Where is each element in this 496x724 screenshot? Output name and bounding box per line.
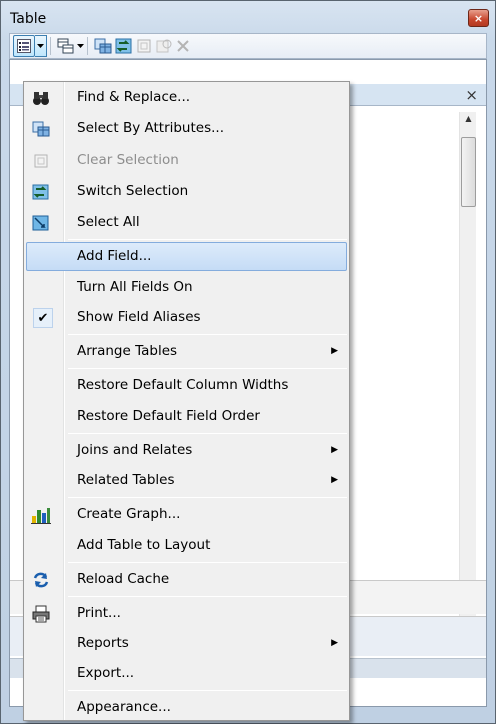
menu-item-print[interactable]: Print...: [26, 599, 347, 628]
menu-item-restore-column-widths[interactable]: Restore Default Column Widths: [26, 371, 347, 400]
printer-icon: [30, 603, 52, 625]
menu-separator: [68, 596, 347, 597]
menu-separator: [68, 239, 347, 240]
menu-item-label: Restore Default Field Order: [77, 408, 260, 424]
zoom-to-selected-icon: [156, 39, 172, 53]
menu-item-find-replace[interactable]: Find & Replace...: [26, 83, 347, 112]
menu-item-label: Add Table to Layout: [77, 537, 211, 553]
menu-item-select-all[interactable]: Select All: [26, 208, 347, 237]
menu-item-label: Restore Default Column Widths: [77, 377, 289, 393]
clear-selection-button[interactable]: [136, 35, 152, 57]
menu-item-label: Arrange Tables: [77, 343, 178, 359]
clear-selection-icon: [137, 39, 151, 53]
menu-item-switch-selection[interactable]: Switch Selection: [26, 177, 347, 206]
vertical-scrollbar[interactable]: ▲ ▼: [459, 112, 476, 642]
table-options-icon: [17, 39, 31, 53]
menu-item-add-field[interactable]: Add Field...: [26, 242, 347, 271]
select-by-attributes-icon: [94, 38, 112, 54]
zoom-to-selected-button[interactable]: [155, 35, 173, 57]
menu-item-label: Switch Selection: [77, 183, 189, 199]
menu-separator: [68, 334, 347, 335]
delete-icon: [177, 40, 189, 52]
toolbar-separator: [50, 37, 51, 55]
select-by-attributes-button[interactable]: [94, 35, 112, 57]
menu-separator: [68, 562, 347, 563]
menu-item-create-graph[interactable]: Create Graph...: [26, 500, 347, 529]
switch-selection-icon: [30, 181, 52, 203]
menu-item-joins-and-relates[interactable]: Joins and Relates ▶: [26, 436, 347, 465]
submenu-arrow-icon: ▶: [331, 445, 338, 455]
menu-item-label: Select All: [77, 214, 140, 230]
select-by-attributes-icon: [30, 118, 52, 140]
table-close-button[interactable]: ×: [465, 84, 478, 106]
related-tables-button[interactable]: [57, 35, 84, 57]
submenu-arrow-icon: ▶: [331, 346, 338, 356]
menu-item-reports[interactable]: Reports ▶: [26, 629, 347, 658]
menu-item-label: Turn All Fields On: [77, 279, 193, 295]
menu-item-clear-selection[interactable]: Clear Selection: [26, 146, 347, 175]
menu-item-arrange-tables[interactable]: Arrange Tables ▶: [26, 337, 347, 366]
chevron-down-icon: [77, 43, 84, 48]
menu-item-turn-all-fields-on[interactable]: Turn All Fields On: [26, 273, 347, 302]
menu-item-related-tables[interactable]: Related Tables ▶: [26, 466, 347, 495]
switch-selection-icon: [115, 38, 132, 54]
window-title: Table: [10, 11, 47, 27]
menu-item-restore-field-order[interactable]: Restore Default Field Order: [26, 402, 347, 431]
scroll-up-arrow[interactable]: ▲: [460, 114, 477, 128]
submenu-arrow-icon: ▶: [331, 638, 338, 648]
menu-item-select-by-attributes[interactable]: Select By Attributes...: [26, 114, 347, 143]
window-close-button[interactable]: ×: [468, 9, 489, 27]
menu-item-show-field-aliases[interactable]: ✔ Show Field Aliases: [26, 303, 347, 332]
table-options-dropdown[interactable]: [35, 35, 47, 57]
menu-separator: [68, 433, 347, 434]
table-options-menu: Find & Replace... Select By Attributes..…: [23, 81, 350, 721]
reload-icon: [30, 569, 52, 591]
menu-separator: [68, 368, 347, 369]
menu-item-add-table-to-layout[interactable]: Add Table to Layout: [26, 531, 347, 560]
menu-item-label: Select By Attributes...: [77, 120, 224, 136]
menu-item-label: Appearance...: [77, 699, 171, 715]
menu-item-reload-cache[interactable]: Reload Cache: [26, 565, 347, 594]
menu-item-label: Print...: [77, 605, 121, 621]
menu-separator: [68, 690, 347, 691]
binoculars-icon: [30, 87, 52, 109]
delete-selected-button[interactable]: [176, 35, 190, 57]
menu-separator: [68, 497, 347, 498]
menu-item-label: Reload Cache: [77, 571, 170, 587]
table-options-button[interactable]: [13, 35, 35, 57]
menu-item-label: Related Tables: [77, 472, 175, 488]
menu-item-appearance[interactable]: Appearance...: [26, 693, 347, 722]
bar-graph-icon: [30, 504, 52, 526]
select-all-icon: [30, 212, 52, 234]
table-window: Table × × ▲ Find & Replace... Select By …: [0, 0, 496, 724]
clear-selection-icon: [30, 150, 52, 172]
chevron-down-icon: [37, 43, 44, 48]
toolbar-separator: [87, 37, 88, 55]
menu-item-label: Reports: [77, 635, 129, 651]
menu-item-label: Joins and Relates: [77, 442, 193, 458]
checkmark-icon: ✔: [32, 307, 54, 329]
menu-item-label: Show Field Aliases: [77, 309, 201, 325]
menu-item-label: Find & Replace...: [77, 89, 191, 105]
menu-item-label: Create Graph...: [77, 506, 181, 522]
menu-item-label: Clear Selection: [77, 152, 179, 168]
menu-item-export[interactable]: Export...: [26, 659, 347, 688]
related-tables-icon: [57, 38, 74, 54]
switch-selection-button[interactable]: [115, 35, 133, 57]
menu-item-label: Export...: [77, 665, 135, 681]
table-toolbar: [9, 33, 487, 59]
scroll-thumb[interactable]: [461, 137, 476, 207]
menu-item-label: Add Field...: [77, 248, 152, 264]
submenu-arrow-icon: ▶: [331, 475, 338, 485]
